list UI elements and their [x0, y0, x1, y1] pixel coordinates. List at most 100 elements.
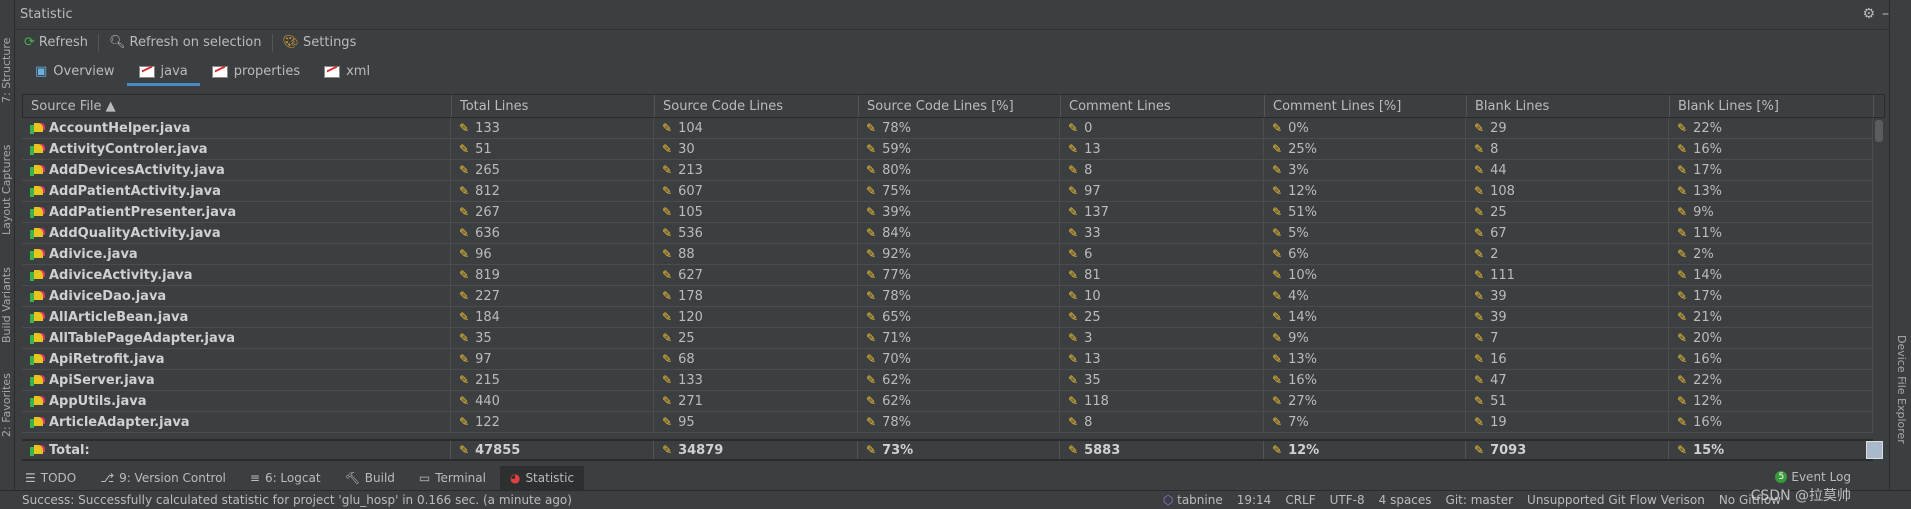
- table-row[interactable]: AdiviceDao.java ✎ 227 ✎ 178 ✎ 78% ✎ 10 ✎ 4% ✎ 39 ✎ 17%: [22, 286, 1885, 307]
- pencil-icon: ✎: [1272, 331, 1283, 345]
- tool-tab-label: 9: Version Control: [119, 471, 226, 485]
- table-row[interactable]: ArticleAdapter.java ✎ 122 ✎ 95 ✎ 78% ✎ 8 ✎ 7% ✎ 19 ✎ 1…: [22, 412, 1885, 433]
- settings-button[interactable]: 🎨︎ Settings: [279, 35, 361, 50]
- cell-text: AddPatientActivity.java: [49, 183, 221, 199]
- pencil-icon: ✎: [662, 142, 673, 156]
- pencil-icon: ✎: [1068, 163, 1079, 177]
- file-encoding[interactable]: UTF-8: [1330, 493, 1365, 507]
- value-cell: ✎ 17%: [1669, 286, 1873, 306]
- refresh-button[interactable]: ⟳ Refresh: [20, 35, 92, 50]
- tool-tab-version-control[interactable]: ⎇ 9: Version Control: [90, 466, 236, 490]
- corner-button[interactable]: [1866, 441, 1883, 459]
- table-row[interactable]: ActivityControler.java ✎ 51 ✎ 30 ✎ 59% ✎ 13 ✎ 25% ✎…: [22, 139, 1885, 160]
- pencil-icon: ✎: [866, 226, 877, 240]
- structure-tool-button[interactable]: 7: Structure: [0, 35, 15, 105]
- java-file-icon: [30, 353, 44, 365]
- pencil-icon: ✎: [662, 331, 673, 345]
- pencil-icon: ✎: [662, 373, 673, 387]
- event-log-button[interactable]: 5 Event Log: [1775, 470, 1851, 484]
- pencil-icon: ✎: [1068, 331, 1079, 345]
- value-cell: ✎ 81: [1060, 265, 1264, 285]
- value-cell: ✎ 8: [1060, 160, 1264, 180]
- table-row[interactable]: AllTablePageAdapter.java ✎ 35 ✎ 25 ✎ 71% ✎ 3 ✎ 9% ✎…: [22, 328, 1885, 349]
- value-cell: ✎ 16%: [1669, 412, 1873, 432]
- column-header[interactable]: Source Code Lines [%]: [859, 95, 1061, 117]
- cell-text: 104: [678, 120, 703, 136]
- table-row[interactable]: AccountHelper.java ✎ 133 ✎ 104 ✎ 78% ✎ 0 ✎ 0% ✎ 29 ✎ 2…: [22, 118, 1885, 139]
- value-cell: ✎ 5883: [1060, 441, 1264, 459]
- pencil-icon: ✎: [459, 289, 470, 303]
- table-row[interactable]: AddQualityActivity.java ✎ 636 ✎ 536 ✎ 84% ✎ 33 ✎ 5…: [22, 223, 1885, 244]
- table-row[interactable]: ApiServer.java ✎ 215 ✎ 133 ✎ 62% ✎ 35 ✎ 16% ✎ 47 ✎ 22%: [22, 370, 1885, 391]
- file-name-cell: AdiviceDao.java: [22, 286, 451, 306]
- tabnine-status[interactable]: ⬡ tabnine: [1163, 493, 1223, 507]
- git-branch[interactable]: Git: master: [1446, 493, 1514, 507]
- tab-java[interactable]: java: [126, 55, 201, 88]
- favorites-tool-button[interactable]: 2: Favorites: [0, 370, 15, 440]
- device-file-explorer-tool-button[interactable]: Device File Explorer: [1895, 335, 1908, 444]
- refresh-on-selection-button[interactable]: 🔍︎ Refresh on selection: [105, 35, 266, 50]
- layout-captures-tool-button[interactable]: Layout Captures: [0, 140, 15, 240]
- tool-tab-build[interactable]: 🔨︎ Build: [335, 466, 405, 490]
- status-message[interactable]: Success: Successfully calculated statist…: [22, 493, 572, 507]
- table-row[interactable]: AddDevicesActivity.java ✎ 265 ✎ 213 ✎ 80% ✎ 8 ✎ 3%…: [22, 160, 1885, 181]
- table-row[interactable]: AddPatientPresenter.java ✎ 267 ✎ 105 ✎ 39% ✎ 137…: [22, 202, 1885, 223]
- cell-text: 108: [1490, 183, 1515, 199]
- caret-position[interactable]: 19:14: [1237, 493, 1272, 507]
- column-header[interactable]: Source File ▲: [23, 95, 452, 117]
- file-name-cell: Adivice.java: [22, 244, 451, 264]
- pencil-icon: ✎: [1474, 352, 1485, 366]
- cell-text: 12%: [1288, 442, 1320, 458]
- column-header[interactable]: Comment Lines: [1061, 95, 1265, 117]
- table-row[interactable]: AdiviceActivity.java ✎ 819 ✎ 627 ✎ 77% ✎ 81 ✎ 10% ✎…: [22, 265, 1885, 286]
- cell-text: 51: [1490, 393, 1507, 409]
- pencil-icon: ✎: [1272, 226, 1283, 240]
- cell-text: 59%: [882, 141, 911, 157]
- pencil-icon: ✎: [1272, 310, 1283, 324]
- cell-text: 97: [475, 351, 492, 367]
- pencil-icon: ✎: [459, 373, 470, 387]
- table-row[interactable]: AddPatientActivity.java ✎ 812 ✎ 607 ✎ 75% ✎ 97 ✎ 1…: [22, 181, 1885, 202]
- table-row[interactable]: ApiRetrofit.java ✎ 97 ✎ 68 ✎ 70% ✎ 13 ✎ 13% ✎ 16 ✎ 16%: [22, 349, 1885, 370]
- table-row[interactable]: AppUtils.java ✎ 440 ✎ 271 ✎ 62% ✎ 118 ✎ 27% ✎ 51 ✎ 12%: [22, 391, 1885, 412]
- build-variants-tool-button[interactable]: Build Variants: [0, 260, 15, 350]
- table-row[interactable]: AllArticleBean.java ✎ 184 ✎ 120 ✎ 65% ✎ 25 ✎ 14% ✎ 3…: [22, 307, 1885, 328]
- value-cell: ✎ 27%: [1264, 391, 1466, 411]
- tool-tab-logcat[interactable]: ≡ 6: Logcat: [240, 466, 331, 490]
- gear-icon[interactable]: ⚙: [1862, 6, 1875, 22]
- pencil-icon: ✎: [866, 268, 877, 282]
- cell-text: 812: [475, 183, 500, 199]
- value-cell: ✎ 2: [1466, 244, 1669, 264]
- value-cell: ✎ 15%: [1669, 441, 1873, 459]
- cell-text: 227: [475, 288, 500, 304]
- vertical-scrollbar[interactable]: [1873, 118, 1885, 434]
- tab-overview[interactable]: ▣ Overview: [23, 55, 127, 88]
- minimize-icon[interactable]: –: [1882, 6, 1889, 22]
- tool-tab-statistic[interactable]: ◕ Statistic: [499, 466, 585, 490]
- scrollbar-thumb[interactable]: [1875, 120, 1883, 142]
- java-file-icon: [30, 122, 44, 134]
- value-cell: ✎ 21%: [1669, 307, 1873, 327]
- cell-text: 35: [1084, 372, 1101, 388]
- value-cell: ✎ 104: [654, 118, 858, 138]
- refresh-on-selection-label: Refresh on selection: [129, 35, 262, 50]
- tool-tab-terminal[interactable]: ▭ Terminal: [409, 466, 496, 490]
- value-cell: ✎ 97: [451, 349, 654, 369]
- tab-properties[interactable]: properties: [200, 55, 312, 88]
- column-header[interactable]: Total Lines: [452, 95, 655, 117]
- column-header[interactable]: Comment Lines [%]: [1265, 95, 1467, 117]
- tab-xml[interactable]: xml: [312, 55, 382, 88]
- tabnine-label: tabnine: [1177, 493, 1223, 507]
- cell-text: 6: [1084, 246, 1093, 262]
- table-row[interactable]: Adivice.java ✎ 96 ✎ 88 ✎ 92% ✎ 6 ✎ 6% ✎ 2 ✎ 2%: [22, 244, 1885, 265]
- column-header[interactable]: Source Code Lines: [655, 95, 859, 117]
- tool-tab-todo[interactable]: ☰ TODO: [15, 466, 86, 490]
- pencil-icon: ✎: [1068, 247, 1079, 261]
- cell-text: 9%: [1693, 204, 1714, 220]
- pencil-icon: ✎: [1474, 121, 1485, 135]
- indent-setting[interactable]: 4 spaces: [1379, 493, 1432, 507]
- line-separator[interactable]: CRLF: [1285, 493, 1315, 507]
- gitflow-warning[interactable]: Unsupported Git Flow Verison: [1527, 493, 1705, 507]
- column-header[interactable]: Blank Lines: [1467, 95, 1670, 117]
- column-header[interactable]: Blank Lines [%]: [1670, 95, 1874, 117]
